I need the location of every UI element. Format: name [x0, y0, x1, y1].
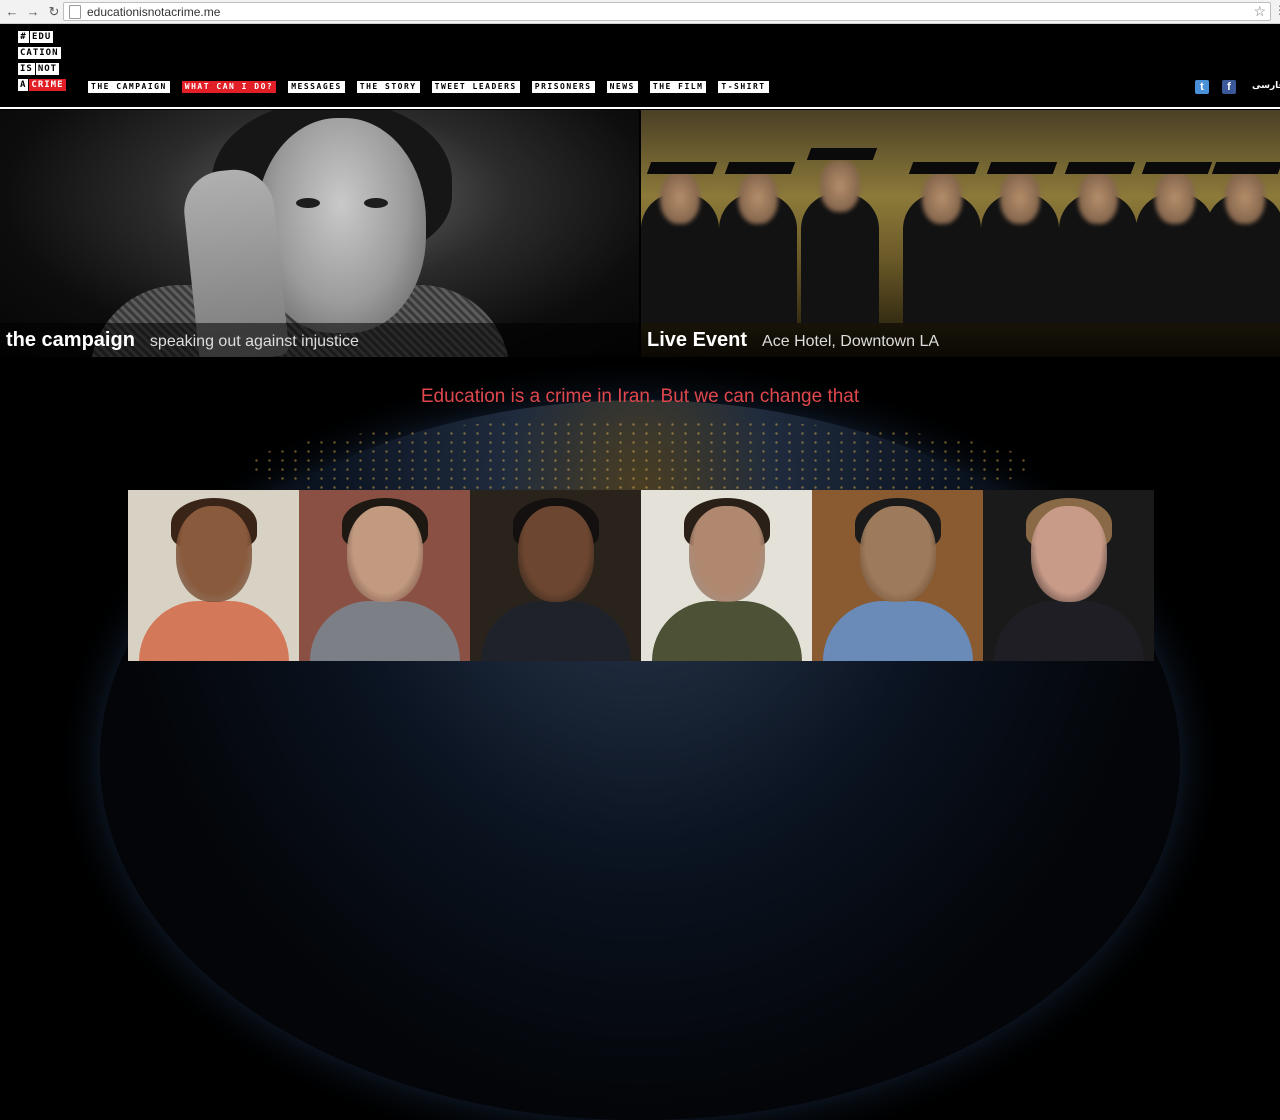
twitter-icon[interactable]: t [1195, 80, 1209, 94]
graduate-figure [801, 193, 879, 323]
graduation-cap-icon [986, 162, 1058, 174]
hero-title: Live Event [647, 328, 748, 351]
reload-icon[interactable]: ↻ [45, 3, 63, 21]
header-divider [0, 107, 1280, 109]
video-messages-strip [128, 490, 1154, 661]
graduation-cap-icon [1064, 162, 1136, 174]
speaker-face [517, 506, 594, 602]
hero-live-event[interactable]: Live Event Ace Hotel, Downtown LA [641, 110, 1280, 357]
logo-word: NOT [35, 63, 60, 75]
logo-word: # [18, 31, 29, 43]
nav-item-prisoners[interactable]: PRISONERS [531, 81, 595, 93]
speaker-face [859, 506, 936, 602]
graduate-face [820, 160, 860, 212]
logo-line: A CRIME [18, 79, 78, 91]
facebook-icon[interactable]: f [1222, 80, 1236, 94]
nav-item-the-campaign[interactable]: THE CAMPAIGN [88, 81, 170, 93]
graduation-cap-icon [724, 162, 796, 174]
back-icon[interactable]: ← [3, 3, 21, 21]
hero-title: the campaign [6, 328, 135, 351]
logo-word: IS [18, 63, 35, 75]
speaker-body [480, 601, 631, 661]
address-bar[interactable]: educationisnotacrime.me ☆ [63, 2, 1271, 21]
video-message-tile[interactable] [641, 490, 812, 661]
nav-item-what-can-i-do[interactable]: WHAT CAN I DO? [181, 81, 277, 93]
bookmark-star-icon[interactable]: ☆ [1253, 3, 1266, 20]
nav-item-t-shirt[interactable]: T-SHIRT [718, 81, 769, 93]
video-message-tile[interactable] [299, 490, 470, 661]
speaker-face [346, 506, 423, 602]
logo-line: IS NOT [18, 63, 78, 75]
logo-line: # EDU [18, 31, 78, 43]
graduation-cap-icon [1211, 162, 1280, 174]
browser-menu-icon[interactable]: ⋮ [1274, 3, 1280, 17]
nav-item-tweet-leaders[interactable]: TWEET LEADERS [431, 81, 520, 93]
speaker-body [309, 601, 460, 661]
speaker-body [993, 601, 1144, 661]
hero-campaign[interactable]: the campaign speaking out against injust… [0, 110, 639, 357]
logo-word: EDU [30, 31, 54, 43]
browser-toolbar: ← → ↻ educationisnotacrime.me ☆ ⋮ [0, 0, 1280, 24]
main-nav: THE CAMPAIGN WHAT CAN I DO? MESSAGES THE ST… [88, 81, 769, 93]
hero-caption: the campaign speaking out against injust… [0, 323, 639, 357]
graduate-face [738, 172, 778, 224]
graduation-cap-icon [806, 148, 878, 160]
portrait-eye [364, 198, 388, 208]
graduation-cap-icon [1141, 162, 1213, 174]
logo-line: CATION [18, 47, 78, 59]
site-logo[interactable]: # EDU CATION IS NOT A CRIME [18, 31, 78, 95]
page-icon [69, 4, 81, 19]
forward-icon[interactable]: → [24, 3, 42, 21]
nav-item-the-film[interactable]: THE FILM [649, 81, 707, 93]
logo-word: CATION [18, 47, 61, 59]
speaker-face [175, 506, 252, 602]
site-header: # EDU CATION IS NOT A CRIME THE CAMPAIGN WHAT C… [0, 24, 1280, 108]
hero-subtitle: Ace Hotel, Downtown LA [762, 332, 940, 350]
graduate-face [922, 172, 962, 224]
hero-caption: Live Event Ace Hotel, Downtown LA [641, 323, 1280, 357]
logo-word: CRIME [29, 79, 66, 91]
video-message-tile[interactable] [983, 490, 1154, 661]
nav-item-news[interactable]: NEWS [606, 81, 638, 93]
hero-subtitle: speaking out against injustice [149, 332, 359, 350]
speaker-body [651, 601, 802, 661]
graduate-face [1155, 172, 1195, 224]
graduate-face [1078, 172, 1118, 224]
tagline: Education is a crime in Iran. But we can… [420, 386, 860, 407]
logo-word: A [18, 79, 29, 91]
speaker-body [138, 601, 289, 661]
video-message-tile[interactable] [128, 490, 299, 661]
video-message-tile[interactable] [812, 490, 983, 661]
video-message-tile[interactable] [470, 490, 641, 661]
graduate-face [660, 172, 700, 224]
graduation-cap-icon [646, 162, 718, 174]
portrait-eye [296, 198, 320, 208]
nav-item-the-story[interactable]: THE STORY [356, 81, 420, 93]
graduate-face [1225, 172, 1265, 224]
nav-item-messages[interactable]: MESSAGES [288, 81, 345, 93]
graduation-cap-icon [908, 162, 980, 174]
graduate-face [1000, 172, 1040, 224]
speaker-face [688, 506, 765, 602]
speaker-body [822, 601, 973, 661]
language-switch[interactable]: فارسی [1252, 81, 1280, 91]
twitter-link[interactable]: t [1195, 80, 1209, 94]
url-text[interactable]: educationisnotacrime.me [87, 5, 220, 19]
speaker-face [1030, 506, 1107, 602]
facebook-link[interactable]: f [1222, 80, 1236, 94]
